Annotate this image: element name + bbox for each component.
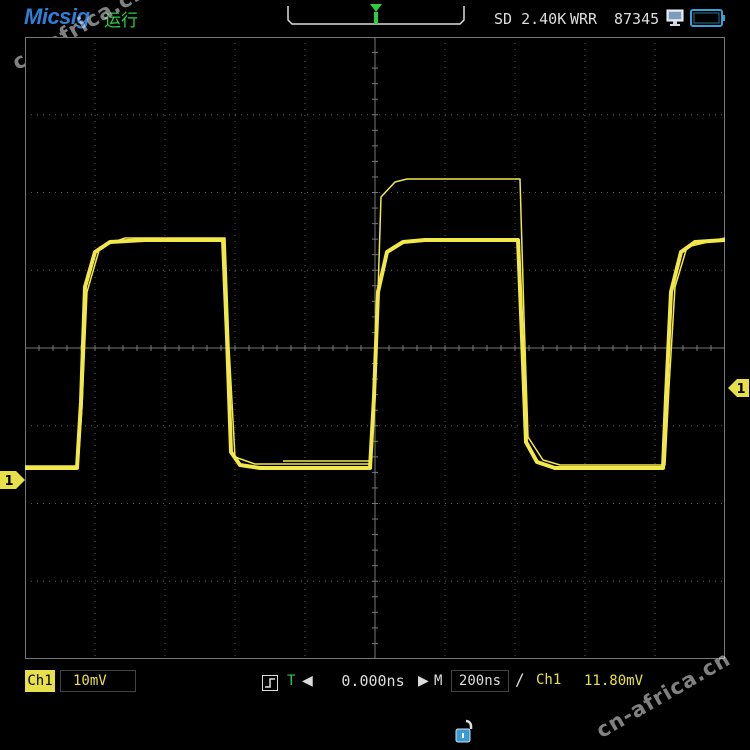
trigger-delay-value[interactable]: 0.000ns [318,670,428,692]
channel-1-offset-marker[interactable]: 1 [0,469,26,491]
trigger-level-marker[interactable]: 1 [727,377,749,399]
memory-depth: 87345 [614,10,660,28]
trigger-delay-label: T [287,673,296,689]
trigger-level-marker-label: 1 [736,382,745,397]
channel-label[interactable]: Ch1 [25,670,55,692]
delay-left-arrow-icon[interactable]: ◀ [302,673,313,689]
channel-1-marker-label: 1 [4,474,13,489]
timebase-label: M [434,673,443,689]
trigger-slope[interactable]: / [515,670,525,689]
pc-connection-icon [666,9,684,26]
battery-icon [690,9,725,27]
acquire-mode[interactable]: WRR [570,10,597,28]
trigger-source[interactable]: Ch1 [536,672,561,688]
sample-rate: SD 2.40K [494,10,567,28]
volts-per-div[interactable]: 10mV [60,670,136,692]
timebase-value[interactable]: 200ns [451,670,509,692]
unlock-icon[interactable] [455,718,477,744]
trigger-mode-icon[interactable] [262,675,278,691]
trigger-position-bracket-icon[interactable] [286,2,466,28]
waveform-display[interactable] [25,37,725,659]
delay-right-arrow-icon[interactable]: ▶ [418,673,429,689]
